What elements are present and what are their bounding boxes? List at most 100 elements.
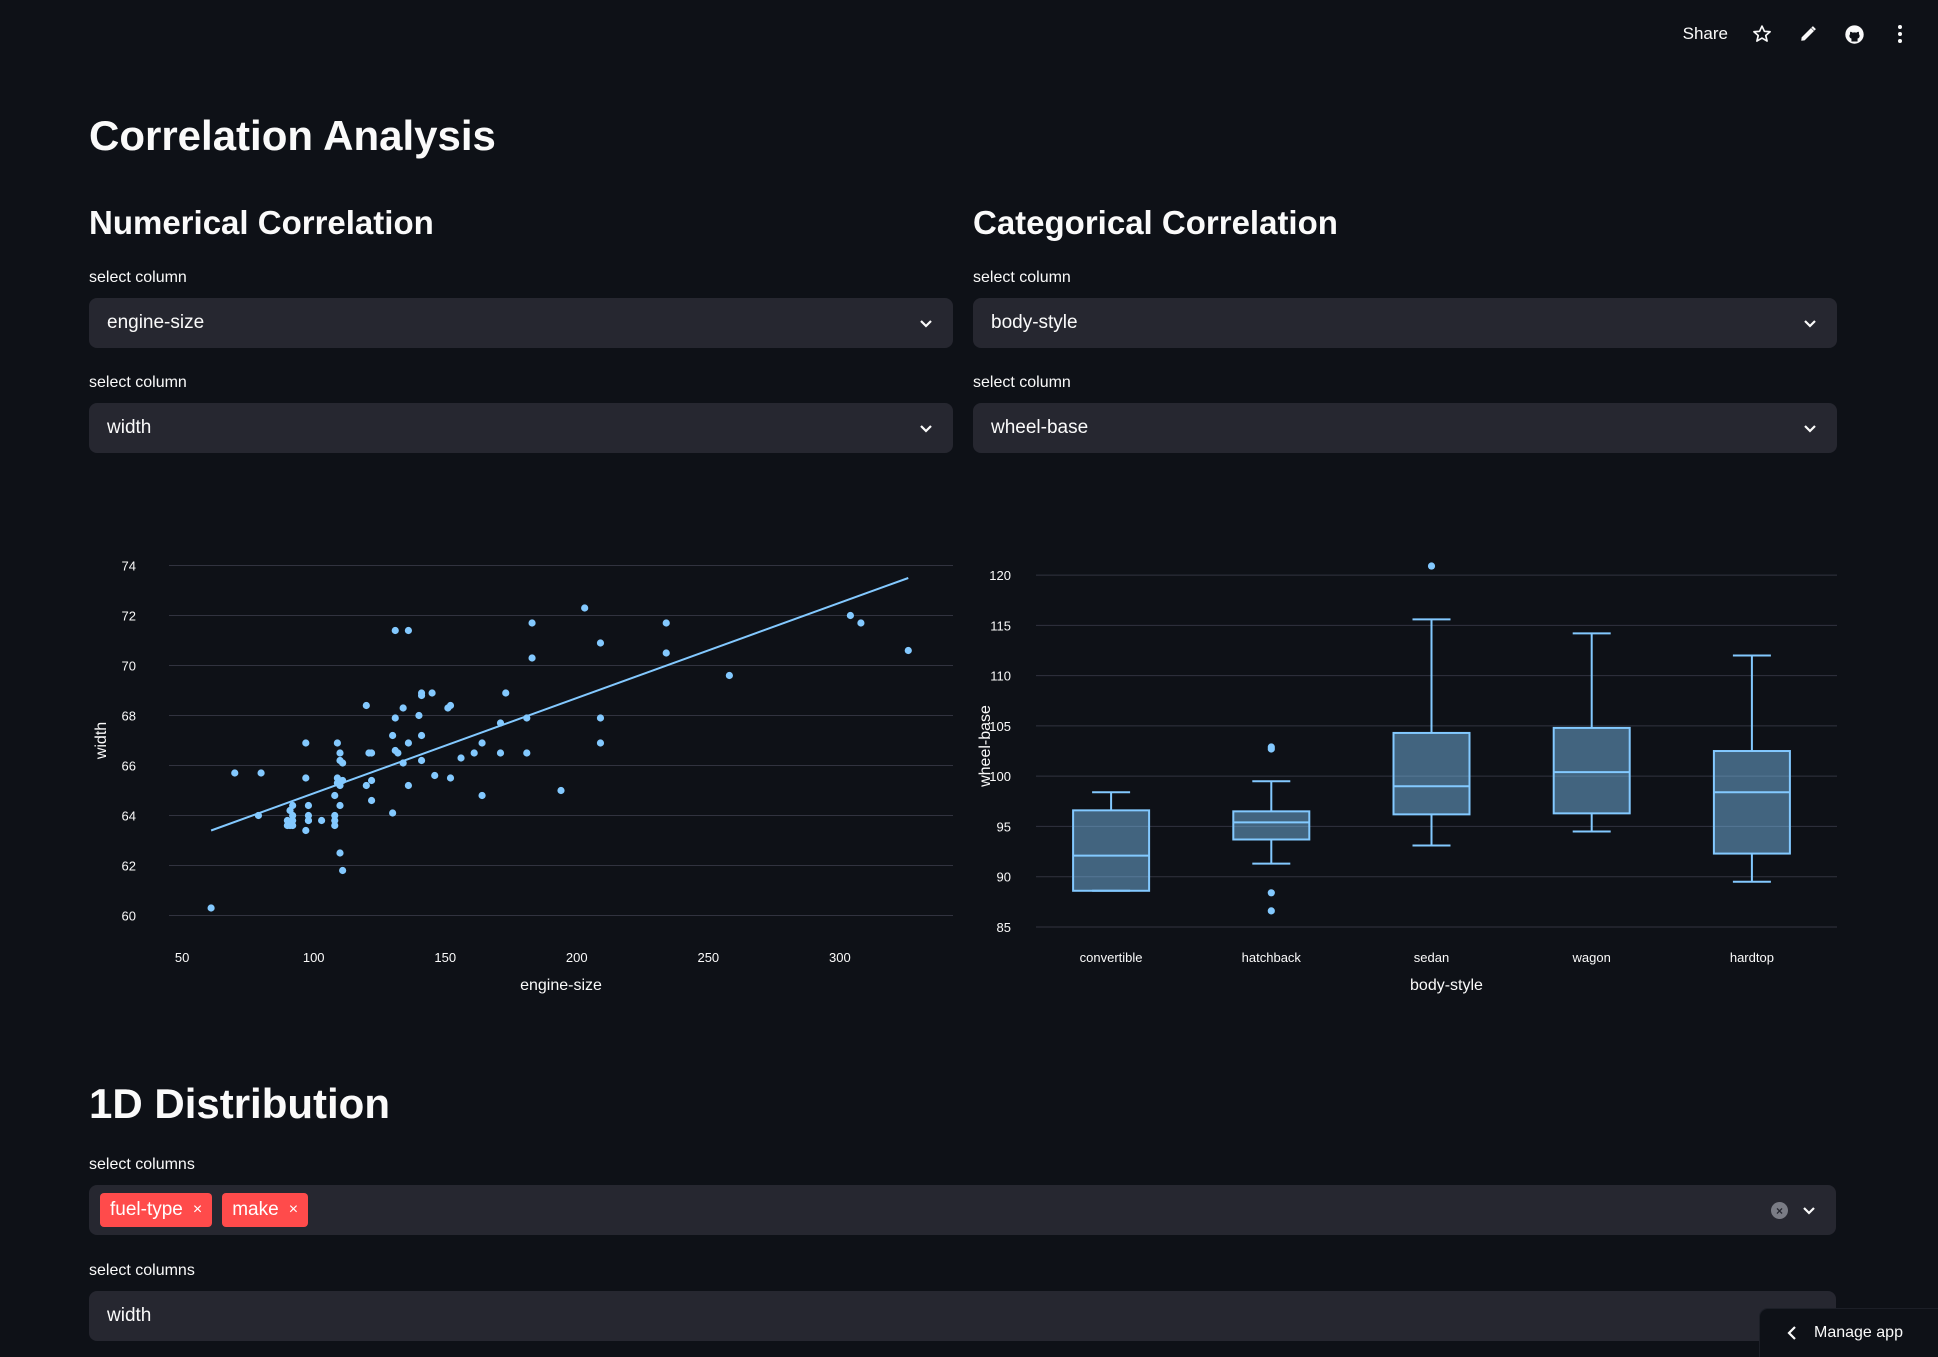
y-tick-label: 68 [122, 709, 136, 724]
data-point [333, 739, 341, 747]
data-point [367, 776, 376, 785]
y-tick-label: 70 [122, 659, 136, 674]
data-point [662, 619, 670, 627]
data-point [581, 604, 589, 612]
data-point [502, 689, 510, 697]
data-point [496, 749, 505, 757]
data-point [404, 626, 413, 635]
x-tick-label: 200 [566, 950, 588, 965]
select-label: select column [973, 269, 1071, 286]
data-point [302, 739, 310, 747]
page-title: Correlation Analysis [89, 112, 496, 159]
tag-remove-icon[interactable]: × [289, 1201, 298, 1219]
data-point [317, 816, 326, 825]
box-chart: 85 90 95 100 105 110 115 120 convertible hatchbac… [973, 520, 1843, 1015]
outlier-point [1427, 562, 1436, 570]
github-icon[interactable] [1842, 22, 1866, 46]
x-tick-label: 50 [175, 950, 189, 965]
data-point [302, 774, 310, 782]
share-button[interactable]: Share [1683, 24, 1728, 44]
y-tick-label: 74 [122, 559, 136, 574]
outlier-point [1267, 907, 1275, 915]
data-point [662, 649, 670, 657]
tag-fuel-type[interactable]: fuel-type × [100, 1193, 213, 1227]
manage-app-label: Manage app [1814, 1324, 1903, 1341]
data-point [428, 689, 436, 697]
data-point [304, 816, 313, 825]
data-point [389, 731, 397, 740]
chevron-down-icon [920, 425, 932, 433]
numerical-heading: Numerical Correlation [89, 204, 434, 241]
distribution-select[interactable]: width [89, 1291, 1836, 1341]
select-value: width [107, 1305, 152, 1326]
data-point [399, 704, 407, 712]
data-point [362, 701, 370, 710]
select-label: select columns [89, 1262, 195, 1279]
box-chart-svg: 859095100105110115120convertible hatchbac… [977, 562, 1837, 994]
data-point [207, 904, 215, 912]
data-point [528, 654, 536, 662]
x-tick-label: wagon [1572, 950, 1611, 965]
y-tick-label: 110 [990, 669, 1011, 684]
app-page: Share Correlation Analysis Numerical Cor… [0, 0, 1938, 1357]
data-point [336, 801, 344, 810]
data-point [302, 826, 310, 835]
y-tick-label: 72 [122, 609, 136, 624]
data-point [528, 619, 536, 627]
x-axis-label: body-style [1410, 977, 1483, 994]
data-point [417, 689, 426, 697]
distribution-heading: 1D Distribution [89, 1080, 390, 1127]
data-point [257, 769, 265, 777]
y-tick-label: 90 [997, 870, 1011, 885]
data-point [596, 739, 605, 747]
data-point [367, 796, 376, 805]
data-point [446, 774, 455, 782]
box-iqr [1712, 750, 1791, 855]
x-tick-label: 300 [829, 950, 851, 965]
data-point [417, 756, 426, 765]
select-value: width [107, 417, 152, 438]
numerical-y-select[interactable]: width [89, 403, 953, 453]
y-tick-label: 120 [989, 568, 1011, 583]
data-point [367, 749, 376, 757]
y-tick-label: 62 [122, 859, 136, 874]
data-point [446, 701, 455, 710]
data-point [857, 619, 865, 627]
data-point [523, 749, 531, 757]
data-point [331, 811, 339, 820]
chevron-down-icon [1803, 1207, 1815, 1215]
data-point [431, 771, 439, 780]
box-iqr [1072, 809, 1151, 892]
data-point [389, 809, 397, 817]
outlier-point [1267, 889, 1275, 897]
outlier-point [1267, 743, 1275, 751]
columns-multiselect[interactable]: fuel-type × make × × [89, 1185, 1836, 1235]
numerical-x-select[interactable]: engine-size [89, 298, 953, 348]
data-point [391, 626, 399, 635]
data-point [470, 749, 478, 757]
data-point [904, 646, 912, 655]
x-tick-label: hatchback [1242, 950, 1302, 965]
box-iqr [1392, 731, 1471, 816]
tag-make[interactable]: make × [222, 1193, 309, 1227]
more-vertical-icon[interactable] [1888, 22, 1912, 46]
categorical-x-select[interactable]: body-style [973, 298, 1837, 348]
data-point [289, 816, 297, 825]
pencil-icon[interactable] [1796, 22, 1820, 46]
y-axis-label: width [93, 722, 110, 760]
data-point [339, 759, 347, 767]
star-icon[interactable] [1750, 22, 1774, 46]
box-iqr [1552, 726, 1631, 815]
data-point [557, 786, 565, 795]
data-point [339, 866, 347, 875]
data-point [404, 739, 413, 747]
scatter-chart-svg: 60 62 64 66 68 70 72 74 50 100 150 200 250 300 engine-… [93, 559, 953, 994]
clear-all-icon[interactable]: × [1771, 1202, 1788, 1219]
categorical-y-select[interactable]: wheel-base [973, 403, 1837, 453]
chevron-down-icon [1804, 425, 1816, 433]
data-point [596, 714, 605, 722]
scatter-chart: 60 62 64 66 68 70 72 74 50 100 150 200 250 300 engine-… [89, 520, 959, 1015]
tag-remove-icon[interactable]: × [193, 1201, 202, 1219]
data-point [478, 791, 486, 800]
manage-app-button[interactable]: Manage app [1760, 1309, 1938, 1357]
